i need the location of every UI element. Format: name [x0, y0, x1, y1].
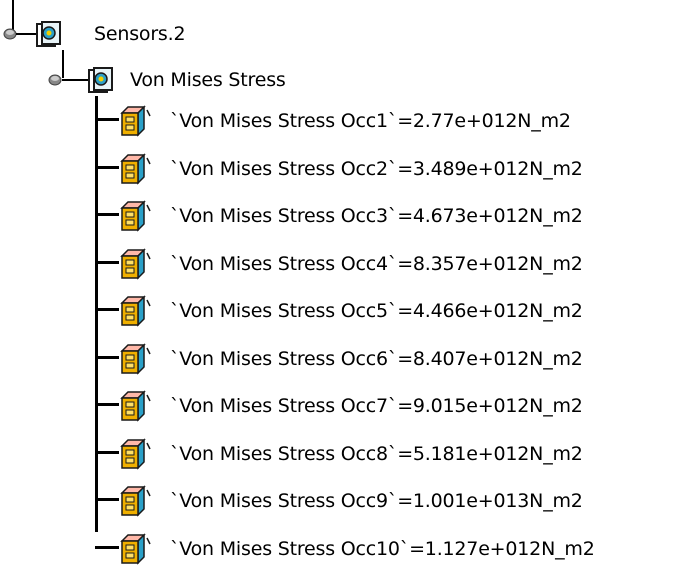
parameter-label: `Von Mises Stress Occ1`=2.77e+012N_m2: [170, 110, 571, 132]
tree-connector: [95, 451, 119, 454]
tree-connector: [95, 261, 119, 264]
sensor-icon: [36, 21, 61, 47]
tree-connector: [95, 213, 119, 216]
parameter-icon: [120, 248, 151, 280]
specification-tree: Sensors.2 Von Mises Stress `Von Mises St…: [0, 0, 690, 565]
tree-connector: [95, 166, 119, 169]
tree-connector: [62, 79, 88, 81]
parameter-label: `Von Mises Stress Occ4`=8.357e+012N_m2: [170, 253, 583, 275]
parameter-icon: [120, 438, 151, 470]
tree-connector: [95, 403, 119, 406]
sensor-icon: [88, 67, 113, 93]
collapse-icon[interactable]: [3, 27, 17, 41]
tree-connector: [62, 50, 64, 78]
parameter-icon: [120, 153, 151, 185]
parameter-icon: [120, 485, 151, 517]
parameter-label: `Von Mises Stress Occ9`=1.001e+013N_m2: [170, 490, 583, 512]
parameter-label: `Von Mises Stress Occ7`=9.015e+012N_m2: [170, 395, 583, 417]
parameter-icon: [120, 533, 151, 565]
parameter-label: `Von Mises Stress Occ6`=8.407e+012N_m2: [170, 348, 583, 370]
tree-connector: [95, 118, 119, 121]
tree-connector: [95, 308, 119, 311]
parameter-icon: [120, 343, 151, 375]
tree-connector: [95, 356, 119, 359]
tree-node-label: Sensors.2: [94, 23, 186, 45]
parameter-icon: [120, 390, 151, 422]
collapse-icon[interactable]: [48, 73, 62, 87]
parameter-label: `Von Mises Stress Occ2`=3.489e+012N_m2: [170, 158, 583, 180]
tree-connector: [95, 498, 119, 501]
tree-connector: [95, 96, 98, 532]
tree-connector: [16, 33, 36, 35]
parameter-icon: [120, 295, 151, 327]
parameter-icon: [120, 200, 151, 232]
parameter-label: `Von Mises Stress Occ3`=4.673e+012N_m2: [170, 205, 583, 227]
tree-node-label: Von Mises Stress: [130, 69, 286, 91]
parameter-label: `Von Mises Stress Occ5`=4.466e+012N_m2: [170, 300, 583, 322]
parameter-label: `Von Mises Stress Occ10`=1.127e+012N_m2: [170, 538, 595, 560]
parameter-label: `Von Mises Stress Occ8`=5.181e+012N_m2: [170, 443, 583, 465]
tree-connector: [95, 546, 119, 549]
parameter-icon: [120, 105, 151, 137]
